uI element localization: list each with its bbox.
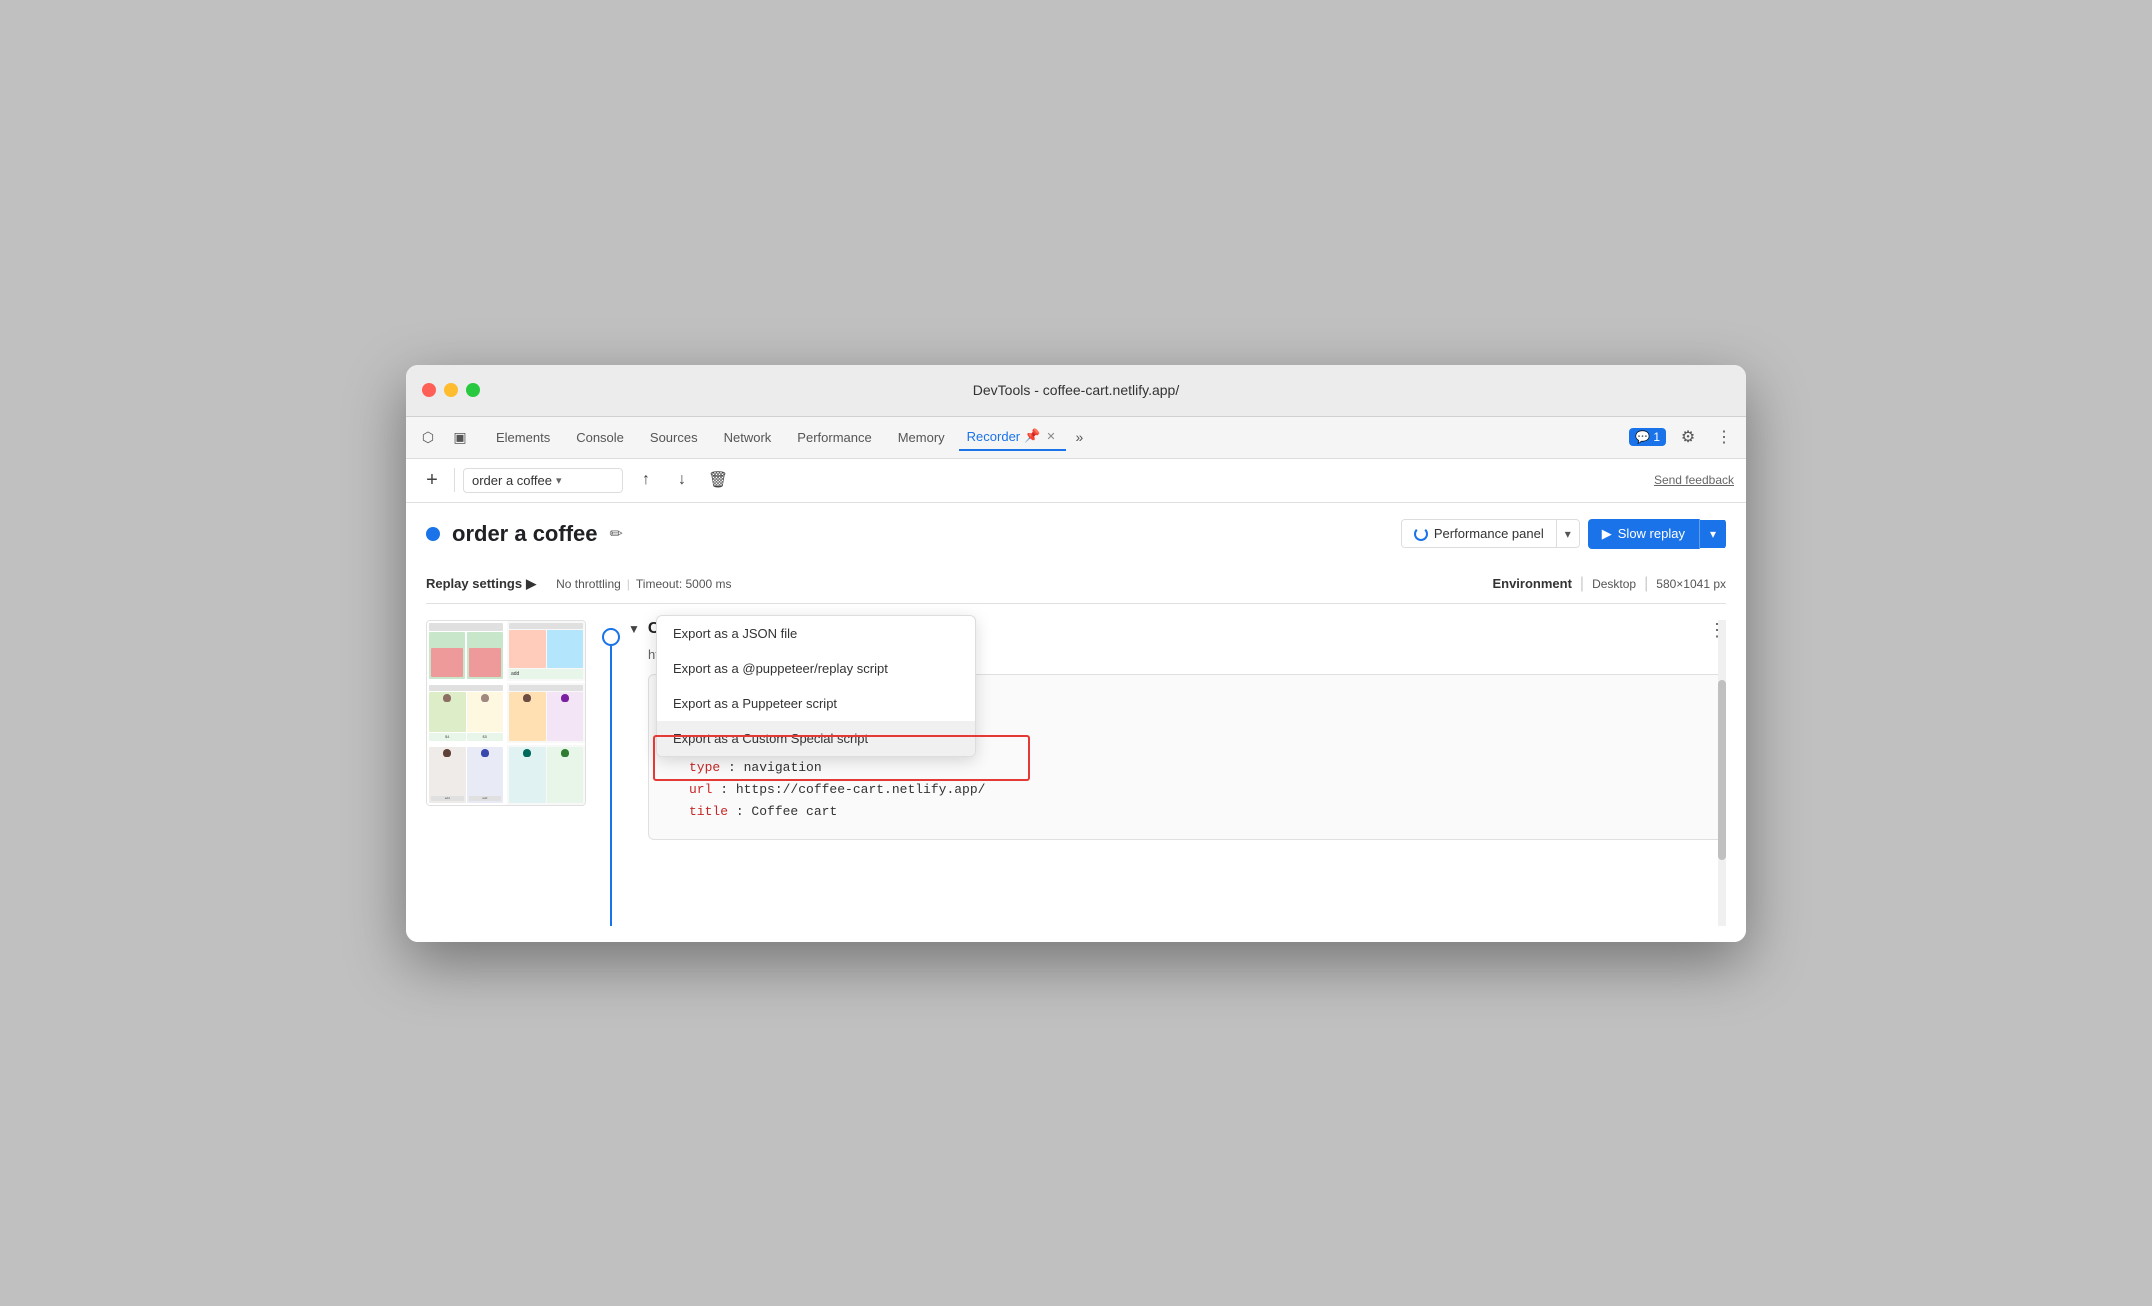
collapse-icon[interactable]: ▼ — [628, 622, 640, 636]
add-recording-button[interactable]: + — [418, 466, 446, 494]
pin-icon: 📌 — [1024, 428, 1040, 444]
tab-performance[interactable]: Performance — [785, 426, 883, 449]
thumb-cell-4 — [507, 683, 585, 743]
thumbnail-panel: add — [426, 620, 586, 926]
more-options-icon[interactable]: ⋮ — [1710, 423, 1738, 451]
slow-replay-dropdown-arrow[interactable]: ▾ — [1700, 520, 1726, 548]
chat-count: 1 — [1653, 430, 1660, 444]
tabbar: ⬡ ▣ Elements Console Sources Network Per… — [406, 417, 1746, 459]
export-puppeteer-replay-item[interactable]: Export as a @puppeteer/replay script — [657, 651, 975, 686]
titlebar: DevTools - coffee-cart.netlify.app/ — [406, 365, 1746, 417]
thumb-cell-6 — [507, 745, 585, 805]
recording-header: order a coffee ✏ Performance panel ▾ ▶ S… — [426, 519, 1726, 549]
slow-replay-label: Slow replay — [1618, 526, 1685, 541]
tab-network[interactable]: Network — [712, 426, 784, 449]
slow-replay-button[interactable]: ▶ Slow replay ▾ — [1588, 519, 1726, 549]
slow-replay-main[interactable]: ▶ Slow replay — [1588, 519, 1700, 549]
env-divider-2: | — [1644, 575, 1648, 593]
maximize-button[interactable] — [466, 383, 480, 397]
tab-recorder[interactable]: Recorder 📌 ✕ — [959, 424, 1066, 451]
export-json-item[interactable]: Export as a JSON file — [657, 616, 975, 651]
delete-button[interactable]: 🗑 — [703, 465, 733, 495]
tab-memory[interactable]: Memory — [886, 426, 957, 449]
code-key-6: title — [689, 804, 728, 819]
performance-panel-dropdown-arrow[interactable]: ▾ — [1557, 521, 1579, 547]
replay-settings-arrow: ▶ — [526, 576, 536, 592]
settings-icon[interactable]: ⚙ — [1674, 423, 1702, 451]
traffic-lights — [422, 383, 480, 397]
device-icon[interactable]: ▣ — [446, 423, 474, 451]
thumbnail-grid: add — [426, 620, 586, 806]
export-dropdown: Export as a JSON file Export as a @puppe… — [656, 615, 976, 757]
recording-name-label: order a coffee — [472, 473, 552, 488]
steps-area: add — [426, 620, 1726, 926]
edit-icon[interactable]: ✏ — [610, 524, 623, 544]
code-line-6: title : Coffee cart — [665, 801, 1709, 823]
export-puppeteer-item[interactable]: Export as a Puppeteer script — [657, 686, 975, 721]
tab-sources[interactable]: Sources — [638, 426, 710, 449]
env-divider: | — [1580, 575, 1584, 593]
replay-settings[interactable]: Replay settings ▶ — [426, 576, 536, 592]
thumb-cell-5: add add — [427, 745, 505, 805]
chat-badge[interactable]: 💬 1 — [1629, 428, 1666, 446]
code-value-5: : https://coffee-cart.netlify.app/ — [720, 782, 985, 797]
resolution-value: 580×1041 px — [1656, 577, 1726, 591]
replay-settings-label: Replay settings — [426, 576, 522, 591]
performance-panel-label: Performance panel — [1434, 526, 1544, 541]
thumb-cell-3: $4 $5 — [427, 683, 505, 743]
code-line-4: type : navigation — [665, 757, 1709, 779]
chevron-down-icon: ▾ — [556, 474, 562, 487]
toolbar-separator — [454, 468, 455, 492]
environment-label: Environment — [1492, 576, 1571, 591]
record-dot — [426, 527, 440, 541]
export-custom-special-item[interactable]: Export as a Custom Special script — [657, 721, 975, 756]
performance-panel-main[interactable]: Performance panel — [1402, 520, 1557, 547]
settings-info: No throttling | Timeout: 5000 ms — [556, 577, 731, 591]
chat-icon: 💬 — [1635, 430, 1650, 444]
recording-title: order a coffee — [452, 521, 598, 547]
code-value-4: : navigation — [728, 760, 822, 775]
refresh-icon — [1414, 527, 1428, 541]
thumb-cell-2: add — [507, 621, 585, 681]
upload-button[interactable]: ↑ — [631, 465, 661, 495]
tab-right-icons: 💬 1 ⚙ ⋮ — [1629, 423, 1738, 451]
tab-recorder-close[interactable]: ✕ — [1044, 428, 1057, 445]
step-line — [610, 646, 612, 926]
step-circle — [602, 628, 620, 646]
tab-more[interactable]: » — [1072, 425, 1088, 449]
tab-nav-icons: ⬡ ▣ — [414, 423, 474, 451]
recorder-toolbar: + order a coffee ▾ ↑ ↓ 🗑 Send feedback — [406, 459, 1746, 503]
minimize-button[interactable] — [444, 383, 458, 397]
cursor-icon[interactable]: ⬡ — [414, 423, 442, 451]
performance-panel-button[interactable]: Performance panel ▾ — [1401, 519, 1580, 548]
code-key-4: type — [689, 760, 720, 775]
code-key-5: url — [689, 782, 712, 797]
devtools-window: DevTools - coffee-cart.netlify.app/ ⬡ ▣ … — [406, 365, 1746, 942]
tab-elements[interactable]: Elements — [484, 426, 562, 449]
play-icon: ▶ — [1602, 526, 1612, 542]
tab-recorder-label: Recorder — [967, 429, 1020, 444]
header-right: Performance panel ▾ ▶ Slow replay ▾ — [1401, 519, 1726, 549]
download-button[interactable]: ↓ — [667, 465, 697, 495]
recording-selector[interactable]: order a coffee ▾ — [463, 468, 623, 493]
code-line-5: url : https://coffee-cart.netlify.app/ — [665, 779, 1709, 801]
toolbar-actions: ↑ ↓ 🗑 — [631, 465, 733, 495]
main-content: order a coffee ✏ Performance panel ▾ ▶ S… — [406, 503, 1746, 942]
scrollbar-thumb[interactable] — [1718, 680, 1726, 860]
thumb-cell-1 — [427, 621, 505, 681]
environment-value: Desktop — [1592, 577, 1636, 591]
code-value-6: : Coffee cart — [736, 804, 837, 819]
settings-bar: Replay settings ▶ No throttling | Timeou… — [426, 565, 1726, 604]
send-feedback-link[interactable]: Send feedback — [1654, 473, 1734, 487]
throttling-label: No throttling — [556, 577, 621, 591]
tab-console[interactable]: Console — [564, 426, 636, 449]
close-button[interactable] — [422, 383, 436, 397]
step-timeline — [602, 620, 620, 926]
environment-section: Environment | Desktop | 580×1041 px — [1492, 575, 1726, 593]
window-title: DevTools - coffee-cart.netlify.app/ — [973, 382, 1179, 398]
timeout-label: Timeout: 5000 ms — [636, 577, 732, 591]
settings-divider: | — [627, 577, 630, 591]
scrollbar-track — [1718, 620, 1726, 926]
